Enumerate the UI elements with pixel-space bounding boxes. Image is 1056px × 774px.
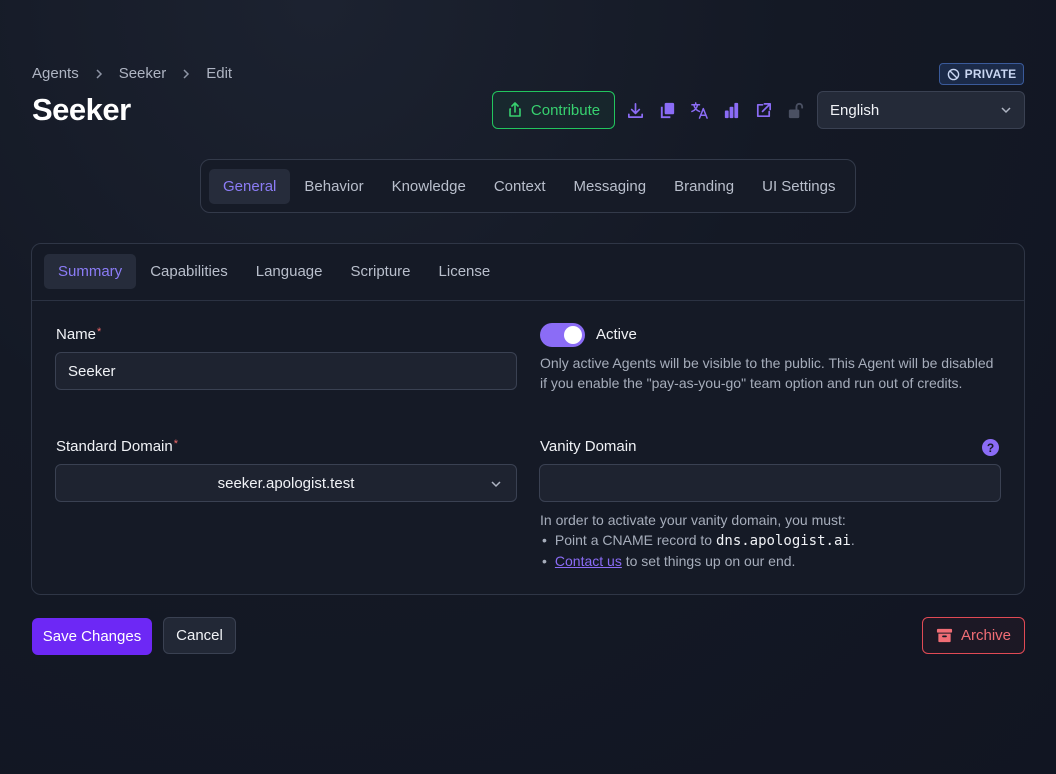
- archive-button[interactable]: Archive: [922, 617, 1025, 654]
- active-toggle[interactable]: [540, 323, 585, 347]
- standard-domain-select[interactable]: seeker.apologist.test: [55, 464, 517, 502]
- breadcrumb-item-seeker[interactable]: Seeker: [119, 65, 167, 82]
- copy-icon[interactable]: [656, 98, 678, 122]
- chevron-down-icon: [491, 481, 501, 488]
- vanity-domain-label: Vanity Domain: [540, 438, 637, 455]
- standard-domain-label-text: Standard Domain: [56, 438, 173, 455]
- divider: [32, 300, 1024, 301]
- question-icon[interactable]: ?: [982, 439, 999, 456]
- tab-branding[interactable]: Branding: [660, 169, 748, 204]
- download-icon[interactable]: [624, 98, 646, 122]
- translate-icon[interactable]: [688, 98, 710, 122]
- sub-tabs: Summary Capabilities Language Scripture …: [44, 254, 504, 289]
- contact-us-link[interactable]: Contact us: [555, 553, 622, 569]
- cname-text: Point a CNAME record to: [554, 532, 716, 548]
- main-tabs: General Behavior Knowledge Context Messa…: [200, 159, 856, 213]
- private-badge: PRIVATE: [939, 63, 1024, 85]
- vanity-help-intro: In order to activate your vanity domain,…: [540, 512, 846, 528]
- contribute-button[interactable]: Contribute: [492, 91, 615, 129]
- archive-icon: [936, 628, 953, 643]
- cname-code: dns.apologist.ai: [715, 533, 851, 549]
- tab-general[interactable]: General: [209, 168, 291, 204]
- standard-domain-value: seeker.apologist.test: [217, 474, 355, 492]
- breadcrumb-item-agents[interactable]: Agents: [32, 65, 79, 82]
- cname-period: .: [850, 532, 855, 548]
- page-title: Seeker: [32, 92, 131, 127]
- bullet: •: [542, 553, 547, 569]
- active-help-text: Only active Agents will be visible to th…: [540, 355, 994, 391]
- chevron-right-icon: [94, 68, 104, 79]
- chevron-down-icon: [1001, 107, 1011, 114]
- bullet: •: [542, 532, 547, 548]
- unlock-icon[interactable]: [784, 98, 806, 122]
- name-label: Name*: [56, 326, 101, 343]
- settings-card: Summary Capabilities Language Scripture …: [31, 243, 1025, 595]
- private-label: PRIVATE: [964, 67, 1017, 81]
- ban-icon: [947, 68, 959, 80]
- contribute-label: Contribute: [530, 101, 601, 119]
- share-upload-icon: [509, 102, 521, 117]
- archive-label: Archive: [960, 627, 1012, 644]
- subtab-summary[interactable]: Summary: [44, 254, 137, 289]
- subtab-language[interactable]: Language: [242, 254, 337, 289]
- name-label-text: Name: [56, 326, 97, 343]
- external-link-icon[interactable]: [752, 98, 774, 122]
- breadcrumb-item-edit: Edit: [206, 65, 233, 82]
- chevron-right-icon: [181, 68, 191, 79]
- tab-behavior[interactable]: Behavior: [290, 169, 377, 204]
- toggle-knob: [564, 326, 582, 344]
- name-input[interactable]: Seeker: [55, 352, 517, 390]
- cancel-button[interactable]: Cancel: [163, 617, 236, 654]
- subtab-capabilities[interactable]: Capabilities: [136, 254, 242, 289]
- breadcrumb: Agents Seeker Edit: [32, 65, 232, 82]
- list-item: • Point a CNAME record to dns.apologist.…: [540, 530, 1000, 551]
- bar-chart-icon[interactable]: [720, 98, 742, 122]
- tab-messaging[interactable]: Messaging: [560, 169, 661, 204]
- tab-ui-settings[interactable]: UI Settings: [748, 169, 849, 204]
- language-value: English: [830, 101, 880, 119]
- list-item: • Contact us to set things up on our end…: [540, 551, 1000, 571]
- toolbar: [624, 98, 806, 122]
- required-mark: *: [173, 438, 179, 450]
- subtab-license[interactable]: License: [425, 254, 505, 289]
- tab-context[interactable]: Context: [480, 169, 560, 204]
- name-input-value: Seeker: [68, 362, 116, 380]
- save-changes-button[interactable]: Save Changes: [32, 618, 152, 655]
- standard-domain-label: Standard Domain*: [56, 438, 178, 455]
- vanity-help: In order to activate your vanity domain,…: [540, 510, 1000, 571]
- active-label: Active: [596, 326, 637, 343]
- tab-knowledge[interactable]: Knowledge: [378, 169, 480, 204]
- required-mark: *: [97, 326, 102, 338]
- language-select[interactable]: English: [817, 91, 1025, 129]
- subtab-scripture[interactable]: Scripture: [336, 254, 424, 289]
- contact-text: to set things up on our end.: [621, 553, 796, 569]
- vanity-domain-input[interactable]: [539, 464, 1001, 502]
